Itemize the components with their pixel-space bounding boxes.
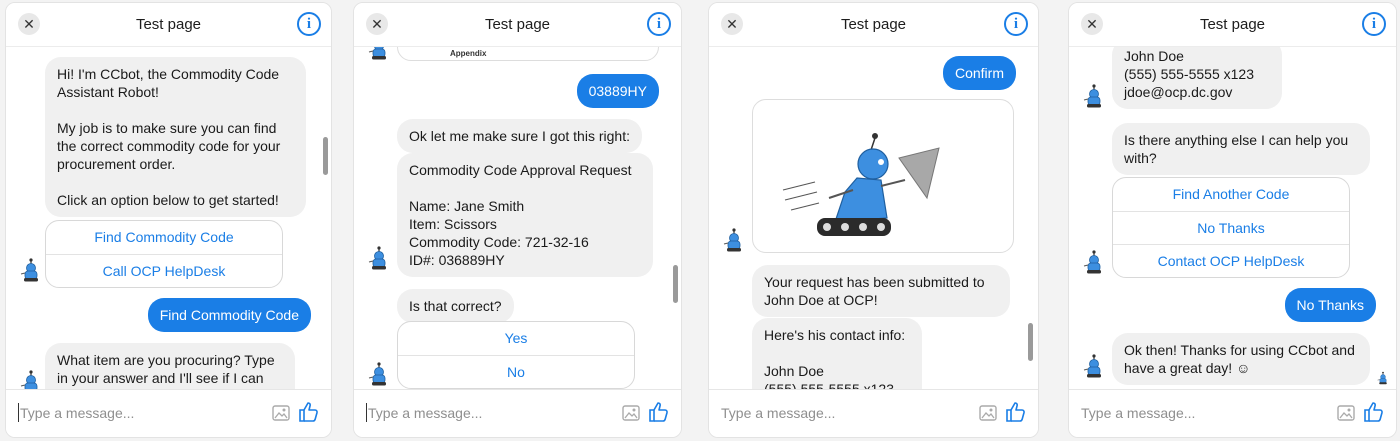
message-input[interactable]: Type a message... [721, 405, 835, 421]
image-icon[interactable] [978, 403, 998, 423]
appendix-label: Appendix [450, 49, 487, 58]
chat-panel-4: ✕ Test page i John Doe (555) 555-5555 x1… [1068, 2, 1397, 438]
thumbs-up-icon[interactable] [1362, 400, 1386, 424]
chat-header: ✕ Test page i [1069, 3, 1396, 47]
page-title: Test page [1199, 16, 1266, 33]
read-receipt-avatar-icon [1377, 371, 1388, 385]
bot-message: Is there anything else I can help you wi… [1112, 123, 1370, 175]
message-input[interactable]: Type a message... [20, 405, 134, 421]
robot-illustration [782, 133, 940, 236]
message-list[interactable]: John Doe (555) 555-5555 x123 jdoe@ocp.dc… [1069, 47, 1396, 389]
scrollbar[interactable] [673, 265, 678, 303]
robot-avatar-icon [723, 227, 742, 253]
message-composer: Type a message... [6, 389, 331, 437]
chat-panel-1: ✕ Test page i Hi! I'm CCbot, the Commodi… [5, 2, 332, 438]
bot-message: Hi! I'm CCbot, the Commodity Code Assist… [45, 57, 306, 217]
quick-reply-contact-helpdesk[interactable]: Contact OCP HelpDesk [1113, 244, 1349, 277]
user-message: 03889HY [576, 74, 659, 108]
bot-message: Is that correct? [397, 289, 514, 323]
robot-avatar-icon [20, 257, 39, 283]
info-icon[interactable]: i [1004, 12, 1028, 36]
chat-header: ✕ Test page i [709, 3, 1038, 47]
quick-reply-call-helpdesk[interactable]: Call OCP HelpDesk [46, 254, 282, 287]
text-cursor [18, 403, 19, 422]
quick-reply-find-commodity-code[interactable]: Find Commodity Code [46, 221, 282, 254]
thumbs-up-icon[interactable] [297, 400, 321, 424]
user-message: No Thanks [1284, 288, 1376, 322]
message-input[interactable]: Type a message... [368, 405, 482, 421]
robot-avatar-icon [20, 369, 39, 389]
info-icon[interactable]: i [297, 12, 321, 36]
scrollbar[interactable] [323, 137, 328, 175]
robot-avatar-icon [1083, 353, 1102, 379]
quick-replies: Find Commodity Code Call OCP HelpDesk [45, 220, 283, 288]
quick-reply-find-another-code[interactable]: Find Another Code [1113, 178, 1349, 211]
message-list[interactable]: Confirm Your request has been submitted … [709, 47, 1038, 389]
thumbs-up-icon[interactable] [1004, 400, 1028, 424]
chat-panel-3: ✕ Test page i Confirm Your request has b… [708, 2, 1039, 438]
robot-avatar-icon [368, 361, 387, 387]
robot-avatar-icon [1083, 83, 1102, 109]
user-message: Find Commodity Code [147, 298, 311, 332]
chat-panel-2: ✕ Test page i Appendix 03889HY Ok let me… [353, 2, 682, 438]
bot-message: What item are you procuring? Type in you… [45, 343, 295, 389]
quick-reply-no-thanks[interactable]: No Thanks [1113, 211, 1349, 244]
info-icon[interactable]: i [1362, 12, 1386, 36]
quick-replies: Find Another Code No Thanks Contact OCP … [1112, 177, 1350, 278]
attachment-card [397, 47, 659, 61]
image-icon[interactable] [1336, 403, 1356, 423]
message-composer: Type a message... [354, 389, 681, 437]
text-cursor [366, 403, 367, 422]
message-composer: Type a message... [1069, 389, 1396, 437]
info-icon[interactable]: i [647, 12, 671, 36]
bot-summary: Commodity Code Approval Request Name: Ja… [397, 153, 653, 277]
robot-avatar-icon [1083, 249, 1102, 275]
quick-reply-yes[interactable]: Yes [398, 322, 634, 355]
page-title: Test page [135, 16, 202, 33]
bot-message: Ok then! Thanks for using CCbot and have… [1112, 333, 1370, 385]
page-title: Test page [840, 16, 907, 33]
bot-contact-tail: John Doe (555) 555-5555 x123 jdoe@ocp.dc… [1112, 47, 1282, 109]
quick-reply-no[interactable]: No [398, 355, 634, 388]
thumbs-up-icon[interactable] [647, 400, 671, 424]
user-message: Confirm [942, 56, 1016, 90]
robot-avatar-icon [368, 47, 387, 61]
message-list[interactable]: Appendix 03889HY Ok let me make sure I g… [354, 47, 681, 389]
robot-illustration-card [752, 99, 1014, 253]
image-icon[interactable] [271, 403, 291, 423]
quick-replies: Yes No [397, 321, 635, 389]
chat-header: ✕ Test page i [354, 3, 681, 47]
page-title: Test page [484, 16, 551, 33]
bot-message: Ok let me make sure I got this right: [397, 119, 642, 153]
robot-avatar-icon [368, 245, 387, 271]
chat-header: ✕ Test page i [6, 3, 331, 47]
bot-message: Your request has been submitted to John … [752, 265, 1010, 317]
scrollbar[interactable] [1028, 323, 1033, 361]
message-composer: Type a message... [709, 389, 1038, 437]
bot-message: Here's his contact info: John Doe (555) … [752, 318, 922, 389]
message-input[interactable]: Type a message... [1081, 405, 1195, 421]
message-list[interactable]: Hi! I'm CCbot, the Commodity Code Assist… [6, 47, 331, 389]
image-icon[interactable] [621, 403, 641, 423]
